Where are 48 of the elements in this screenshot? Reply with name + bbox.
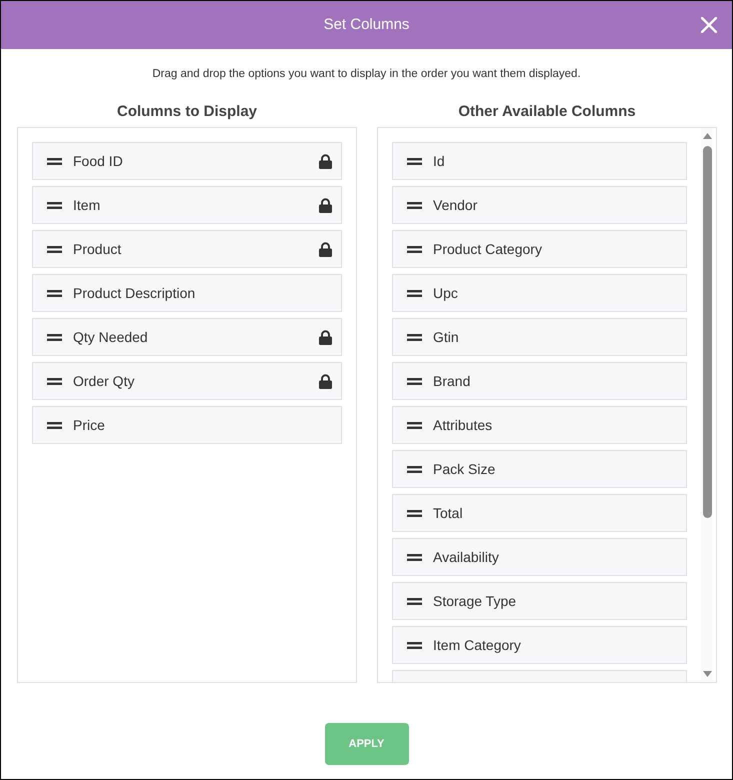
scroll-up-icon[interactable] bbox=[703, 133, 712, 139]
drag-handle-icon[interactable] bbox=[407, 554, 422, 560]
column-item[interactable]: Product Description bbox=[32, 274, 342, 312]
column-item[interactable]: Item Category bbox=[392, 626, 687, 664]
column-item[interactable]: Qty Needed bbox=[32, 318, 342, 356]
column-item[interactable]: Brand bbox=[392, 362, 687, 400]
drag-handle-icon[interactable] bbox=[407, 378, 422, 384]
column-item[interactable]: Food ID bbox=[32, 142, 342, 180]
column-heading: Columns to Display bbox=[116, 102, 258, 122]
column-item[interactable]: Vendor bbox=[392, 186, 687, 224]
column-item[interactable]: Attributes bbox=[392, 406, 687, 444]
drag-handle-icon[interactable] bbox=[407, 158, 422, 164]
column-item[interactable]: Product Category bbox=[392, 230, 687, 268]
close-button[interactable] bbox=[700, 16, 718, 34]
drag-handle-icon[interactable] bbox=[407, 642, 422, 648]
close-icon bbox=[701, 17, 717, 33]
column-item[interactable]: Id bbox=[392, 142, 687, 180]
drag-handle-icon[interactable] bbox=[407, 598, 422, 604]
drag-handle-icon[interactable] bbox=[407, 334, 422, 340]
column-heading: Other Available Columns bbox=[457, 102, 637, 122]
column-item[interactable]: Price bbox=[32, 406, 342, 444]
column-item[interactable]: Product bbox=[32, 230, 342, 268]
column-item[interactable]: Total bbox=[392, 494, 687, 532]
dialog-title: Set Columns bbox=[324, 14, 410, 35]
drag-handle-icon[interactable] bbox=[47, 334, 62, 340]
drag-handle-icon[interactable] bbox=[407, 246, 422, 252]
drag-handle-icon[interactable] bbox=[407, 510, 422, 516]
column-item[interactable]: Order Qty bbox=[32, 362, 342, 400]
column-item[interactable]: Gtin bbox=[392, 318, 687, 356]
drag-handle-icon[interactable] bbox=[407, 202, 422, 208]
column-item[interactable]: Item bbox=[32, 186, 342, 224]
column-item[interactable]: Pack Size bbox=[392, 450, 687, 488]
drag-handle-icon[interactable] bbox=[47, 202, 62, 208]
drag-handle-icon[interactable] bbox=[47, 290, 62, 296]
drag-handle-icon[interactable] bbox=[407, 466, 422, 472]
scrollbar-thumb[interactable] bbox=[703, 146, 712, 518]
column-item[interactable]: Availability bbox=[392, 538, 687, 576]
instruction-text: Drag and drop the options you want to display in the order you want them displayed. bbox=[151, 67, 582, 82]
drag-handle-icon[interactable] bbox=[47, 422, 62, 428]
column-item[interactable]: Storage Type bbox=[392, 582, 687, 620]
scrollbar[interactable] bbox=[701, 128, 714, 682]
drag-handle-icon[interactable] bbox=[407, 290, 422, 296]
drag-handle-icon[interactable] bbox=[47, 158, 62, 164]
drag-handle-icon[interactable] bbox=[407, 422, 422, 428]
scroll-down-icon[interactable] bbox=[703, 671, 712, 677]
drag-handle-icon[interactable] bbox=[47, 378, 62, 384]
drag-handle-icon[interactable] bbox=[47, 246, 62, 252]
column-item[interactable]: Upc bbox=[392, 274, 687, 312]
